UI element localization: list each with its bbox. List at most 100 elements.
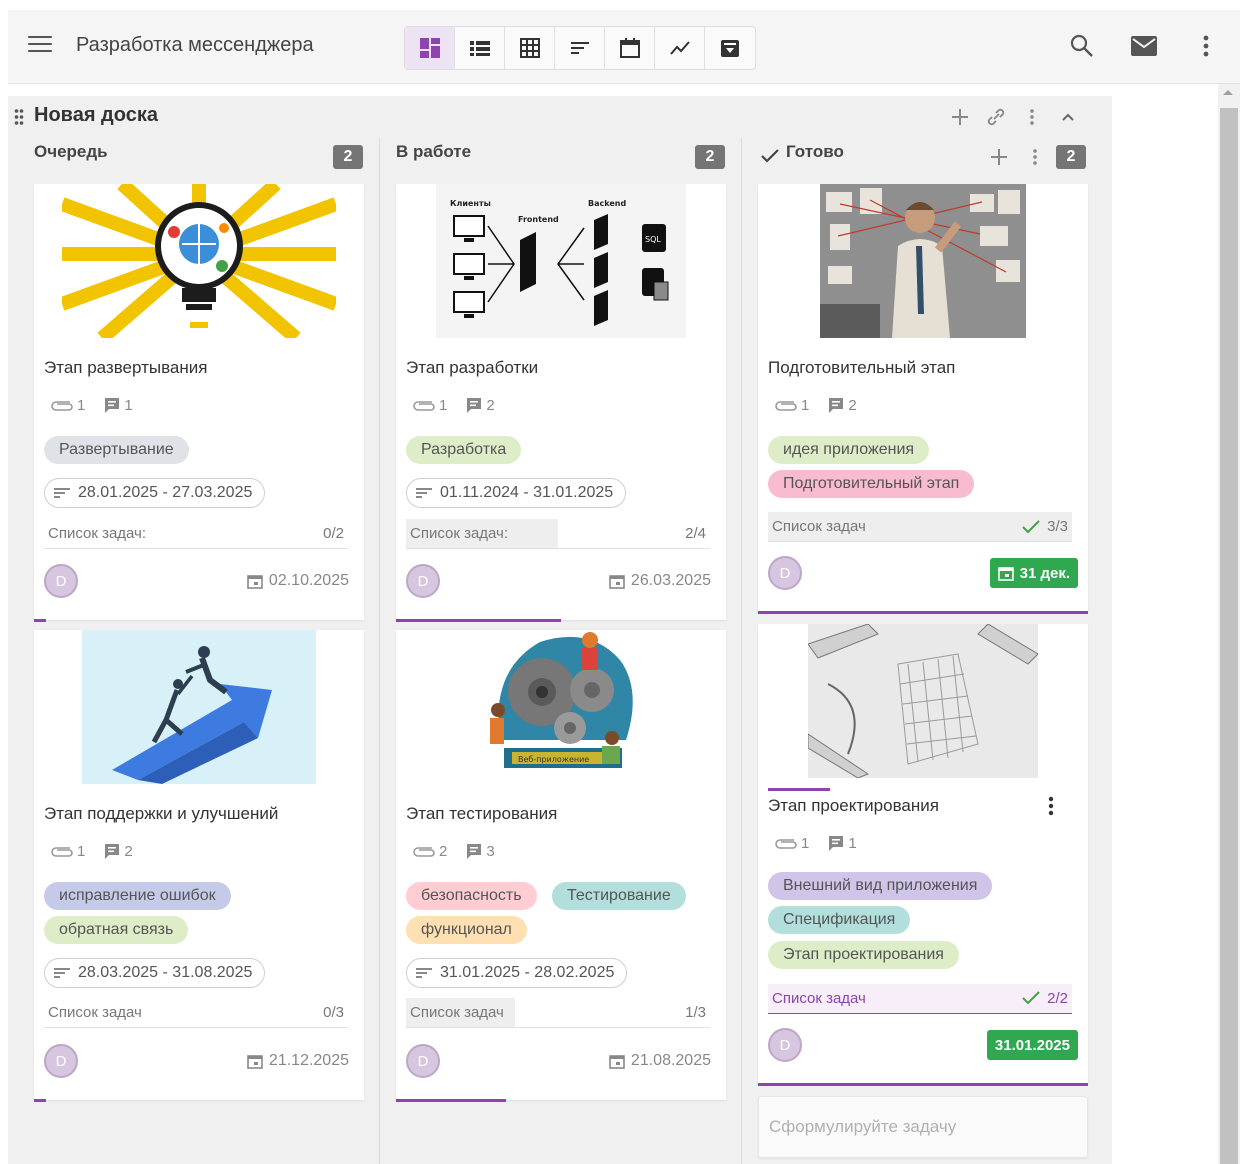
tag[interactable]: безопасность [406,882,537,910]
card-title[interactable]: Этап поддержки и улучшений [44,804,278,824]
more-vert-icon [1033,149,1037,165]
task-list-summary[interactable]: Список задач: 0/2 [44,519,348,549]
tag[interactable]: обратная связь [44,916,189,944]
due-date-badge[interactable]: 31 дек. [989,558,1078,588]
app-bar: Разработка мессенджера [8,10,1240,84]
task-list-summary[interactable]: Список задач 3/3 [768,512,1072,542]
paperclip-icon [51,401,73,411]
tag[interactable]: Этап проектирования [768,941,959,969]
gears-image: Веб-приложение [480,630,642,784]
architecture-diagram-image: Клиенты Frontend Backend SQL [436,184,686,338]
blueprint-image [808,624,1038,778]
view-gantt-button[interactable] [555,27,605,69]
check-icon [761,149,779,163]
search-button[interactable] [1068,32,1096,60]
link-button[interactable] [985,106,1007,128]
list-icon [469,41,490,56]
view-list-button[interactable] [455,27,505,69]
comment-icon [467,398,482,413]
task-list-summary[interactable]: Список задач 0/3 [44,998,348,1028]
card-title[interactable]: Этап разработки [406,358,538,378]
task-card[interactable]: Подготовительный этап 1 2 идея приложени… [758,184,1088,614]
task-card[interactable]: Этап проектирования 1 1 Внешний вид прил… [758,624,1088,1086]
collapse-board-button[interactable] [1057,106,1079,128]
task-card[interactable]: Клиенты Frontend Backend SQL Этап разраб… [396,184,726,622]
tag[interactable]: исправление ошибок [44,882,231,910]
board-header: Новая доска [8,96,1112,138]
attachment-count: 1 [774,397,809,414]
avatar[interactable]: D [44,1044,78,1078]
scroll-up-arrow-icon[interactable] [1223,90,1233,95]
scrollbar-thumb[interactable] [1220,108,1238,1164]
window-frame-top [0,0,1246,10]
calendar-icon [609,1055,625,1069]
new-task-input[interactable]: Сформулируйте задачу [758,1096,1088,1158]
menu-icon[interactable] [28,36,52,56]
attachment-count: 1 [50,397,85,414]
tag[interactable]: функционал [406,916,527,944]
paperclip-icon [51,847,73,857]
card-title[interactable]: Подготовительный этап [768,358,955,378]
chart-icon [669,41,690,55]
board-more-button[interactable] [1021,106,1043,128]
card-more-button[interactable] [1048,796,1058,818]
view-board-button[interactable] [405,27,455,69]
sort-icon [54,488,70,498]
date-range[interactable]: 28.01.2025 - 27.03.2025 [44,478,266,508]
tag[interactable]: Разработка [406,436,522,464]
drag-handle-icon[interactable] [14,108,24,126]
view-archive-button[interactable] [705,27,755,69]
column-count-badge: 2 [333,145,363,169]
task-list-summary[interactable]: Список задач: 2/4 [406,519,710,549]
card-title[interactable]: Этап тестирования [406,804,557,824]
column-title-in-progress[interactable]: В работе [396,142,471,170]
card-title[interactable]: Этап проектирования [768,796,939,816]
tag[interactable]: Тестирование [552,882,686,910]
avatar[interactable]: D [768,556,802,590]
avatar[interactable]: D [406,564,440,598]
add-task-button[interactable] [988,146,1010,168]
due-date[interactable]: 02.10.2025 [247,572,349,590]
comment-count: 3 [465,842,495,860]
board: Новая доска Очередь 2 В работе 2 Готово … [8,96,1112,1164]
comment-icon [105,844,120,859]
task-card[interactable]: Этап поддержки и улучшений 1 2 исправлен… [34,630,364,1102]
task-list-summary[interactable]: Список задач 2/2 [768,984,1072,1014]
tag[interactable]: идея приложения [768,436,930,464]
tasks-complete: 2/2 [1021,990,1068,1007]
link-icon [987,108,1005,126]
avatar[interactable]: D [406,1044,440,1078]
view-chart-button[interactable] [655,27,705,69]
tag[interactable]: Подготовительный этап [768,470,975,498]
due-date[interactable]: 26.03.2025 [609,572,711,590]
column-title-done[interactable]: Готово [786,142,844,170]
due-date[interactable]: 21.12.2025 [247,1052,349,1070]
teamwork-image [82,630,316,784]
diagram-label-frontend: Frontend [518,215,559,224]
tag[interactable]: Внешний вид приложения [768,872,993,900]
column-more-button[interactable] [1024,146,1046,168]
grid-icon [519,38,540,58]
avatar[interactable]: D [44,564,78,598]
date-range[interactable]: 28.03.2025 - 31.08.2025 [44,958,266,988]
view-table-button[interactable] [505,27,555,69]
tag[interactable]: Спецификация [768,906,911,934]
task-card[interactable]: Веб-приложение Этап тестирования 2 3 без… [396,630,726,1102]
comment-count: 1 [103,396,133,414]
view-calendar-button[interactable] [605,27,655,69]
due-date[interactable]: 21.08.2025 [609,1052,711,1070]
card-title[interactable]: Этап развертывания [44,358,207,378]
column-title-queue[interactable]: Очередь [34,142,108,170]
date-range[interactable]: 01.11.2024 - 31.01.2025 [406,478,627,508]
mail-button[interactable] [1130,32,1158,60]
add-column-button[interactable] [949,106,971,128]
tag[interactable]: Развертывание [44,436,189,464]
task-list-summary[interactable]: Список задач 1/3 [406,998,710,1028]
avatar[interactable]: D [768,1028,802,1062]
attachment-count: 1 [412,397,447,414]
task-card[interactable]: Этап развертывания 1 1 Развертывание 28.… [34,184,364,622]
date-range[interactable]: 31.01.2025 - 28.02.2025 [406,958,628,988]
card-progress-line [758,1083,1088,1086]
more-menu-button[interactable] [1192,32,1220,60]
due-date-badge[interactable]: 31.01.2025 [986,1030,1078,1060]
